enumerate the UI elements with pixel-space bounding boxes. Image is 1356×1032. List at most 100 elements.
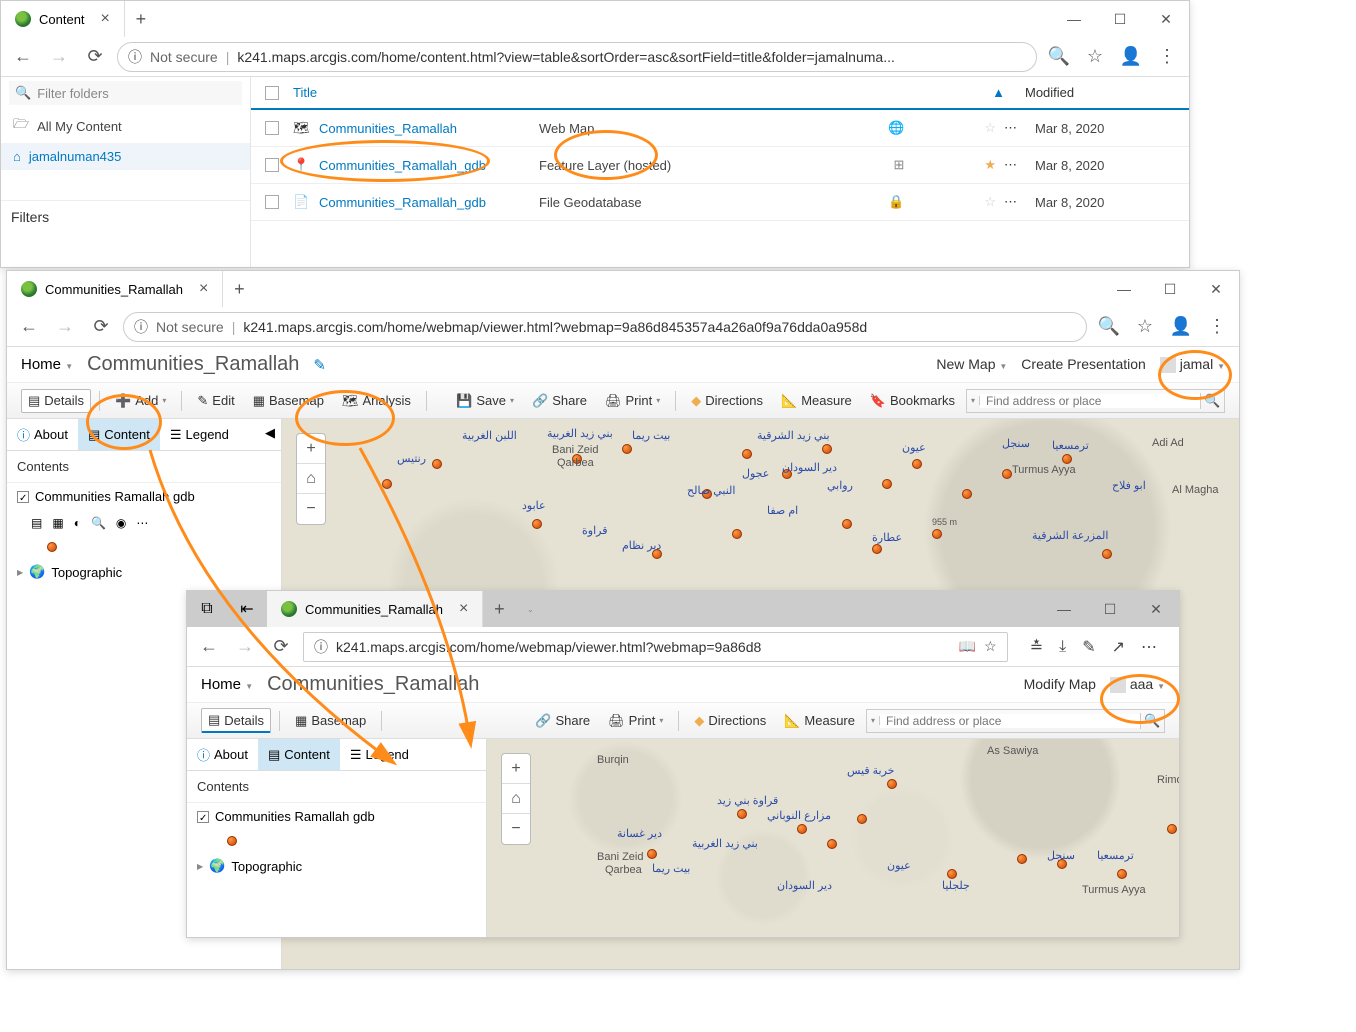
favorites-icon[interactable]: ≛ bbox=[1030, 637, 1043, 657]
back-button[interactable]: ← bbox=[195, 633, 223, 661]
minimize-button[interactable]: — bbox=[1101, 271, 1147, 307]
zoom-out-button[interactable]: − bbox=[502, 814, 530, 844]
zoom-icon[interactable]: 🔍 bbox=[1045, 43, 1073, 71]
map-point[interactable] bbox=[857, 814, 867, 824]
reading-icon[interactable]: 📖 bbox=[959, 638, 976, 655]
browser-tab[interactable]: Communities_Ramallah × bbox=[267, 591, 483, 627]
layer-checkbox[interactable] bbox=[17, 491, 29, 503]
map-point[interactable] bbox=[432, 459, 442, 469]
close-button[interactable]: ✕ bbox=[1143, 1, 1189, 37]
forward-button[interactable]: → bbox=[231, 633, 259, 661]
downloads-icon[interactable]: ⤓ bbox=[1059, 638, 1066, 656]
row-checkbox[interactable] bbox=[265, 121, 279, 135]
measure-button[interactable]: 📐Measure bbox=[777, 709, 862, 733]
more-icon[interactable]: ⋯ bbox=[1004, 194, 1017, 210]
filter-tool-icon[interactable]: 🔍 bbox=[91, 516, 106, 530]
minimize-button[interactable]: — bbox=[1041, 591, 1087, 627]
style-tool-icon[interactable]: ◐ bbox=[74, 516, 81, 530]
new-tab-button[interactable]: + bbox=[483, 599, 515, 620]
map-point[interactable] bbox=[822, 444, 832, 454]
browser-tab[interactable]: Communities_Ramallah × bbox=[7, 271, 223, 307]
star-toggle[interactable]: ☆ bbox=[984, 194, 996, 210]
new-tab-button[interactable]: + bbox=[223, 279, 255, 300]
map-point[interactable] bbox=[1062, 454, 1072, 464]
star-toggle[interactable]: ★ bbox=[984, 157, 996, 173]
zoom-out-button[interactable]: − bbox=[297, 494, 325, 524]
map-point[interactable] bbox=[1102, 549, 1112, 559]
star-icon[interactable]: ☆ bbox=[1081, 43, 1109, 71]
set-aside-icon[interactable]: ⇤ bbox=[227, 599, 267, 619]
map-point[interactable] bbox=[797, 824, 807, 834]
collapse-icon[interactable]: ◀ bbox=[259, 419, 281, 450]
basemap-item[interactable]: ▶🌍Topographic bbox=[7, 558, 281, 586]
star-icon[interactable]: ☆ bbox=[984, 638, 997, 655]
map-point[interactable] bbox=[737, 809, 747, 819]
filter-folders-input[interactable]: 🔍 Filter folders bbox=[9, 81, 242, 105]
about-tab[interactable]: ⓘAbout bbox=[7, 419, 78, 450]
details-button[interactable]: ▤Details bbox=[201, 708, 271, 733]
measure-button[interactable]: 📐Measure bbox=[774, 389, 859, 413]
search-box[interactable]: ▾ 🔍 bbox=[966, 389, 1225, 413]
basemap-button[interactable]: ▦Basemap bbox=[288, 709, 373, 733]
search-icon[interactable]: 🔍 bbox=[1200, 393, 1224, 409]
layer-item[interactable]: Communities Ramallah gdb bbox=[187, 803, 486, 830]
url-box[interactable]: ⓘ Not secure | k241.maps.arcgis.com/home… bbox=[117, 42, 1037, 72]
about-tab[interactable]: ⓘAbout bbox=[187, 739, 258, 770]
star-icon[interactable]: ☆ bbox=[1131, 313, 1159, 341]
maximize-button[interactable]: ☐ bbox=[1147, 271, 1193, 307]
map-point[interactable] bbox=[1002, 469, 1012, 479]
share-button[interactable]: 🔗Share bbox=[528, 709, 597, 733]
analysis-button[interactable]: 🗺Analysis bbox=[335, 389, 418, 413]
search-dropdown[interactable]: ▾ bbox=[867, 716, 880, 725]
map-point[interactable] bbox=[382, 479, 392, 489]
home-link[interactable]: Home ▼ bbox=[21, 356, 73, 373]
account-icon[interactable]: 👤 bbox=[1117, 43, 1145, 71]
home-extent-button[interactable]: ⌂ bbox=[502, 784, 530, 814]
create-presentation-link[interactable]: Create Presentation bbox=[1021, 356, 1146, 372]
print-button[interactable]: 🖨Print ▾ bbox=[601, 709, 670, 733]
map-point[interactable] bbox=[947, 869, 957, 879]
notes-icon[interactable]: ✎ bbox=[1082, 637, 1095, 657]
map-point[interactable] bbox=[647, 849, 657, 859]
content-tab[interactable]: ▤Content bbox=[258, 739, 340, 770]
search-input[interactable] bbox=[980, 394, 1200, 408]
close-icon[interactable]: × bbox=[199, 280, 208, 298]
user-menu[interactable]: aaa ▼ bbox=[1110, 676, 1165, 693]
col-modified[interactable]: Modified bbox=[1025, 85, 1175, 100]
content-tab[interactable]: ▤Content bbox=[78, 419, 160, 450]
map-point[interactable] bbox=[912, 459, 922, 469]
back-button[interactable]: ← bbox=[9, 43, 37, 71]
map-point[interactable] bbox=[932, 529, 942, 539]
col-title[interactable]: Title bbox=[293, 85, 992, 100]
search-box[interactable]: ▾ 🔍 bbox=[866, 709, 1165, 733]
map-point[interactable] bbox=[1167, 824, 1177, 834]
row-checkbox[interactable] bbox=[265, 195, 279, 209]
edit-button[interactable]: ✎Edit bbox=[190, 389, 241, 413]
maximize-button[interactable]: ☐ bbox=[1097, 1, 1143, 37]
zoom-in-button[interactable]: + bbox=[297, 434, 325, 464]
bookmarks-button[interactable]: 🔖Bookmarks bbox=[863, 389, 962, 413]
more-icon[interactable]: ⋯ bbox=[1141, 637, 1157, 657]
new-tab-button[interactable]: + bbox=[125, 9, 157, 30]
map-canvas[interactable]: + ⌂ − قراوة بني زيد خربة قيس مزارع النوب… bbox=[487, 739, 1179, 937]
map-point[interactable] bbox=[887, 779, 897, 789]
zoom-in-button[interactable]: + bbox=[502, 754, 530, 784]
basemap-button[interactable]: ▦Basemap bbox=[246, 389, 331, 413]
print-button[interactable]: 🖨Print ▾ bbox=[598, 389, 667, 413]
layer-checkbox[interactable] bbox=[197, 811, 209, 823]
search-icon[interactable]: 🔍 bbox=[1140, 713, 1164, 729]
map-point[interactable] bbox=[842, 519, 852, 529]
directions-button[interactable]: ◆Directions bbox=[684, 389, 770, 413]
close-icon[interactable]: × bbox=[101, 10, 110, 28]
search-dropdown[interactable]: ▾ bbox=[967, 396, 980, 405]
menu-icon[interactable]: ⋮ bbox=[1203, 313, 1231, 341]
account-icon[interactable]: 👤 bbox=[1167, 313, 1195, 341]
layer-item[interactable]: Communities Ramallah gdb bbox=[7, 483, 281, 510]
home-link[interactable]: Home ▼ bbox=[201, 676, 253, 693]
tab-actions-icon[interactable]: ⧉ bbox=[187, 600, 227, 618]
star-toggle[interactable]: ☆ bbox=[984, 120, 996, 136]
map-point[interactable] bbox=[732, 529, 742, 539]
search-input[interactable] bbox=[880, 714, 1140, 728]
table-row[interactable]: 📍 Communities_Ramallah_gdb Feature Layer… bbox=[251, 147, 1189, 184]
map-point[interactable] bbox=[532, 519, 542, 529]
